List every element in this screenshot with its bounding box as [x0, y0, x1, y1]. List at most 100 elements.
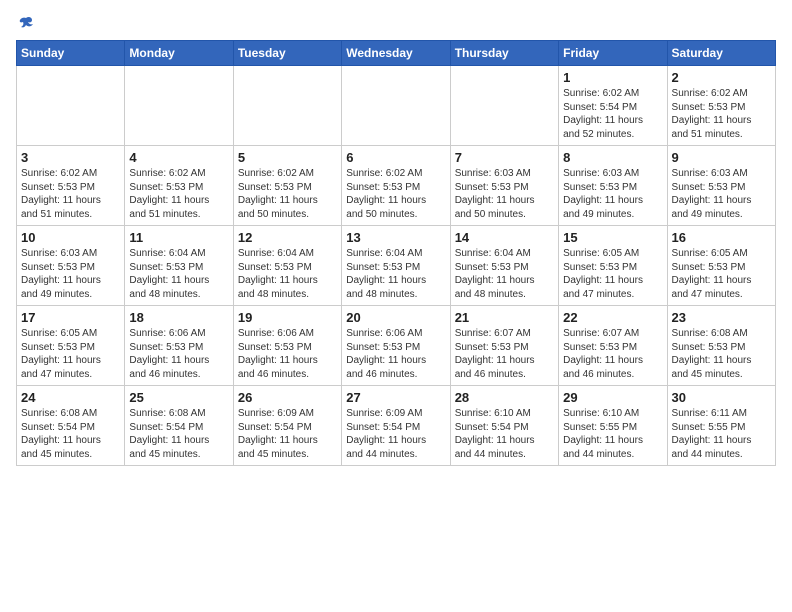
- day-info: Sunrise: 6:04 AM Sunset: 5:53 PM Dayligh…: [238, 247, 337, 301]
- day-number: 14: [455, 230, 554, 245]
- day-info: Sunrise: 6:04 AM Sunset: 5:53 PM Dayligh…: [455, 247, 554, 301]
- day-info: Sunrise: 6:04 AM Sunset: 5:53 PM Dayligh…: [346, 247, 445, 301]
- logo[interactable]: [16, 20, 34, 32]
- day-number: 28: [455, 390, 554, 405]
- calendar-week-2: 3 Sunrise: 6:02 AM Sunset: 5:53 PM Daylig…: [17, 146, 776, 226]
- day-number: 17: [21, 310, 120, 325]
- calendar-cell: 17 Sunrise: 6:05 AM Sunset: 5:53 PM Dayli…: [17, 306, 125, 386]
- calendar-cell: 13Sunrise: 6:04 AM Sunset: 5:53 PM Dayli…: [342, 226, 450, 306]
- day-number: 8: [563, 150, 662, 165]
- logo-bird-icon: [18, 16, 34, 32]
- day-info: Sunrise: 6:04 AM Sunset: 5:53 PM Dayligh…: [129, 247, 228, 301]
- day-number: 15: [563, 230, 662, 245]
- day-number: 21: [455, 310, 554, 325]
- day-number: 4: [129, 150, 228, 165]
- day-info: Sunrise: 6:06 AM Sunset: 5:53 PM Dayligh…: [238, 327, 337, 381]
- calendar-body: 1 Sunrise: 6:02 AM Sunset: 5:54 PM Daylig…: [17, 66, 776, 466]
- day-info: Sunrise: 6:02 AM Sunset: 5:54 PM Dayligh…: [563, 87, 662, 141]
- day-number: 30: [672, 390, 771, 405]
- header: [16, 16, 776, 32]
- calendar-cell: 19 Sunrise: 6:06 AM Sunset: 5:53 PM Dayli…: [233, 306, 341, 386]
- day-number: 29: [563, 390, 662, 405]
- day-number: 6: [346, 150, 445, 165]
- day-number: 10: [21, 230, 120, 245]
- calendar-cell: [125, 66, 233, 146]
- day-info: Sunrise: 6:02 AM Sunset: 5:53 PM Dayligh…: [238, 167, 337, 221]
- calendar-cell: 21 Sunrise: 6:07 AM Sunset: 5:53 PM Dayli…: [450, 306, 558, 386]
- calendar-cell: 14 Sunrise: 6:04 AM Sunset: 5:53 PM Dayli…: [450, 226, 558, 306]
- calendar-cell: 24 Sunrise: 6:08 AM Sunset: 5:54 PM Dayli…: [17, 386, 125, 466]
- calendar-table: Sunday Monday Tuesday Wednesday Thursday…: [16, 40, 776, 466]
- calendar-cell: 27Sunrise: 6:09 AM Sunset: 5:54 PM Dayli…: [342, 386, 450, 466]
- day-info: Sunrise: 6:09 AM Sunset: 5:54 PM Dayligh…: [238, 407, 337, 461]
- calendar-container: Sunday Monday Tuesday Wednesday Thursday…: [0, 0, 792, 476]
- calendar-cell: [450, 66, 558, 146]
- calendar-cell: [17, 66, 125, 146]
- day-info: Sunrise: 6:07 AM Sunset: 5:53 PM Dayligh…: [563, 327, 662, 381]
- day-info: Sunrise: 6:05 AM Sunset: 5:53 PM Dayligh…: [21, 327, 120, 381]
- day-number: 27: [346, 390, 445, 405]
- calendar-cell: 3 Sunrise: 6:02 AM Sunset: 5:53 PM Daylig…: [17, 146, 125, 226]
- day-info: Sunrise: 6:03 AM Sunset: 5:53 PM Dayligh…: [455, 167, 554, 221]
- col-sunday: Sunday: [17, 41, 125, 66]
- day-info: Sunrise: 6:02 AM Sunset: 5:53 PM Dayligh…: [672, 87, 771, 141]
- col-friday: Friday: [559, 41, 667, 66]
- calendar-cell: 4 Sunrise: 6:02 AM Sunset: 5:53 PM Daylig…: [125, 146, 233, 226]
- col-monday: Monday: [125, 41, 233, 66]
- day-number: 18: [129, 310, 228, 325]
- col-thursday: Thursday: [450, 41, 558, 66]
- day-number: 20: [346, 310, 445, 325]
- calendar-cell: [342, 66, 450, 146]
- day-info: Sunrise: 6:03 AM Sunset: 5:53 PM Dayligh…: [563, 167, 662, 221]
- day-info: Sunrise: 6:02 AM Sunset: 5:53 PM Dayligh…: [21, 167, 120, 221]
- calendar-cell: 18 Sunrise: 6:06 AM Sunset: 5:53 PM Dayli…: [125, 306, 233, 386]
- day-number: 12: [238, 230, 337, 245]
- day-number: 3: [21, 150, 120, 165]
- col-saturday: Saturday: [667, 41, 775, 66]
- day-info: Sunrise: 6:03 AM Sunset: 5:53 PM Dayligh…: [21, 247, 120, 301]
- calendar-header: Sunday Monday Tuesday Wednesday Thursday…: [17, 41, 776, 66]
- day-number: 1: [563, 70, 662, 85]
- calendar-cell: 20 Sunrise: 6:06 AM Sunset: 5:53 PM Dayli…: [342, 306, 450, 386]
- calendar-week-5: 24 Sunrise: 6:08 AM Sunset: 5:54 PM Dayli…: [17, 386, 776, 466]
- calendar-cell: 22 Sunrise: 6:07 AM Sunset: 5:53 PM Dayli…: [559, 306, 667, 386]
- calendar-cell: 26 Sunrise: 6:09 AM Sunset: 5:54 PM Dayli…: [233, 386, 341, 466]
- calendar-cell: 2Sunrise: 6:02 AM Sunset: 5:53 PM Daylig…: [667, 66, 775, 146]
- day-number: 26: [238, 390, 337, 405]
- calendar-cell: 16 Sunrise: 6:05 AM Sunset: 5:53 PM Dayli…: [667, 226, 775, 306]
- calendar-cell: 8 Sunrise: 6:03 AM Sunset: 5:53 PM Daylig…: [559, 146, 667, 226]
- calendar-cell: [233, 66, 341, 146]
- day-info: Sunrise: 6:06 AM Sunset: 5:53 PM Dayligh…: [346, 327, 445, 381]
- day-info: Sunrise: 6:02 AM Sunset: 5:53 PM Dayligh…: [346, 167, 445, 221]
- day-info: Sunrise: 6:06 AM Sunset: 5:53 PM Dayligh…: [129, 327, 228, 381]
- day-info: Sunrise: 6:11 AM Sunset: 5:55 PM Dayligh…: [672, 407, 771, 461]
- day-number: 19: [238, 310, 337, 325]
- day-info: Sunrise: 6:02 AM Sunset: 5:53 PM Dayligh…: [129, 167, 228, 221]
- day-number: 7: [455, 150, 554, 165]
- day-info: Sunrise: 6:10 AM Sunset: 5:54 PM Dayligh…: [455, 407, 554, 461]
- calendar-week-1: 1 Sunrise: 6:02 AM Sunset: 5:54 PM Daylig…: [17, 66, 776, 146]
- day-number: 24: [21, 390, 120, 405]
- day-info: Sunrise: 6:05 AM Sunset: 5:53 PM Dayligh…: [672, 247, 771, 301]
- calendar-week-4: 17 Sunrise: 6:05 AM Sunset: 5:53 PM Dayli…: [17, 306, 776, 386]
- day-number: 11: [129, 230, 228, 245]
- day-number: 5: [238, 150, 337, 165]
- day-info: Sunrise: 6:08 AM Sunset: 5:54 PM Dayligh…: [21, 407, 120, 461]
- calendar-cell: 23Sunrise: 6:08 AM Sunset: 5:53 PM Dayli…: [667, 306, 775, 386]
- calendar-cell: 7 Sunrise: 6:03 AM Sunset: 5:53 PM Daylig…: [450, 146, 558, 226]
- day-info: Sunrise: 6:08 AM Sunset: 5:54 PM Dayligh…: [129, 407, 228, 461]
- day-number: 16: [672, 230, 771, 245]
- calendar-cell: 11 Sunrise: 6:04 AM Sunset: 5:53 PM Dayli…: [125, 226, 233, 306]
- calendar-cell: 12 Sunrise: 6:04 AM Sunset: 5:53 PM Dayli…: [233, 226, 341, 306]
- calendar-cell: 29Sunrise: 6:10 AM Sunset: 5:55 PM Dayli…: [559, 386, 667, 466]
- calendar-cell: 5 Sunrise: 6:02 AM Sunset: 5:53 PM Daylig…: [233, 146, 341, 226]
- day-number: 25: [129, 390, 228, 405]
- calendar-cell: 28 Sunrise: 6:10 AM Sunset: 5:54 PM Dayli…: [450, 386, 558, 466]
- calendar-cell: 10 Sunrise: 6:03 AM Sunset: 5:53 PM Dayli…: [17, 226, 125, 306]
- calendar-cell: 9Sunrise: 6:03 AM Sunset: 5:53 PM Daylig…: [667, 146, 775, 226]
- day-info: Sunrise: 6:07 AM Sunset: 5:53 PM Dayligh…: [455, 327, 554, 381]
- header-row: Sunday Monday Tuesday Wednesday Thursday…: [17, 41, 776, 66]
- col-tuesday: Tuesday: [233, 41, 341, 66]
- day-number: 22: [563, 310, 662, 325]
- day-info: Sunrise: 6:08 AM Sunset: 5:53 PM Dayligh…: [672, 327, 771, 381]
